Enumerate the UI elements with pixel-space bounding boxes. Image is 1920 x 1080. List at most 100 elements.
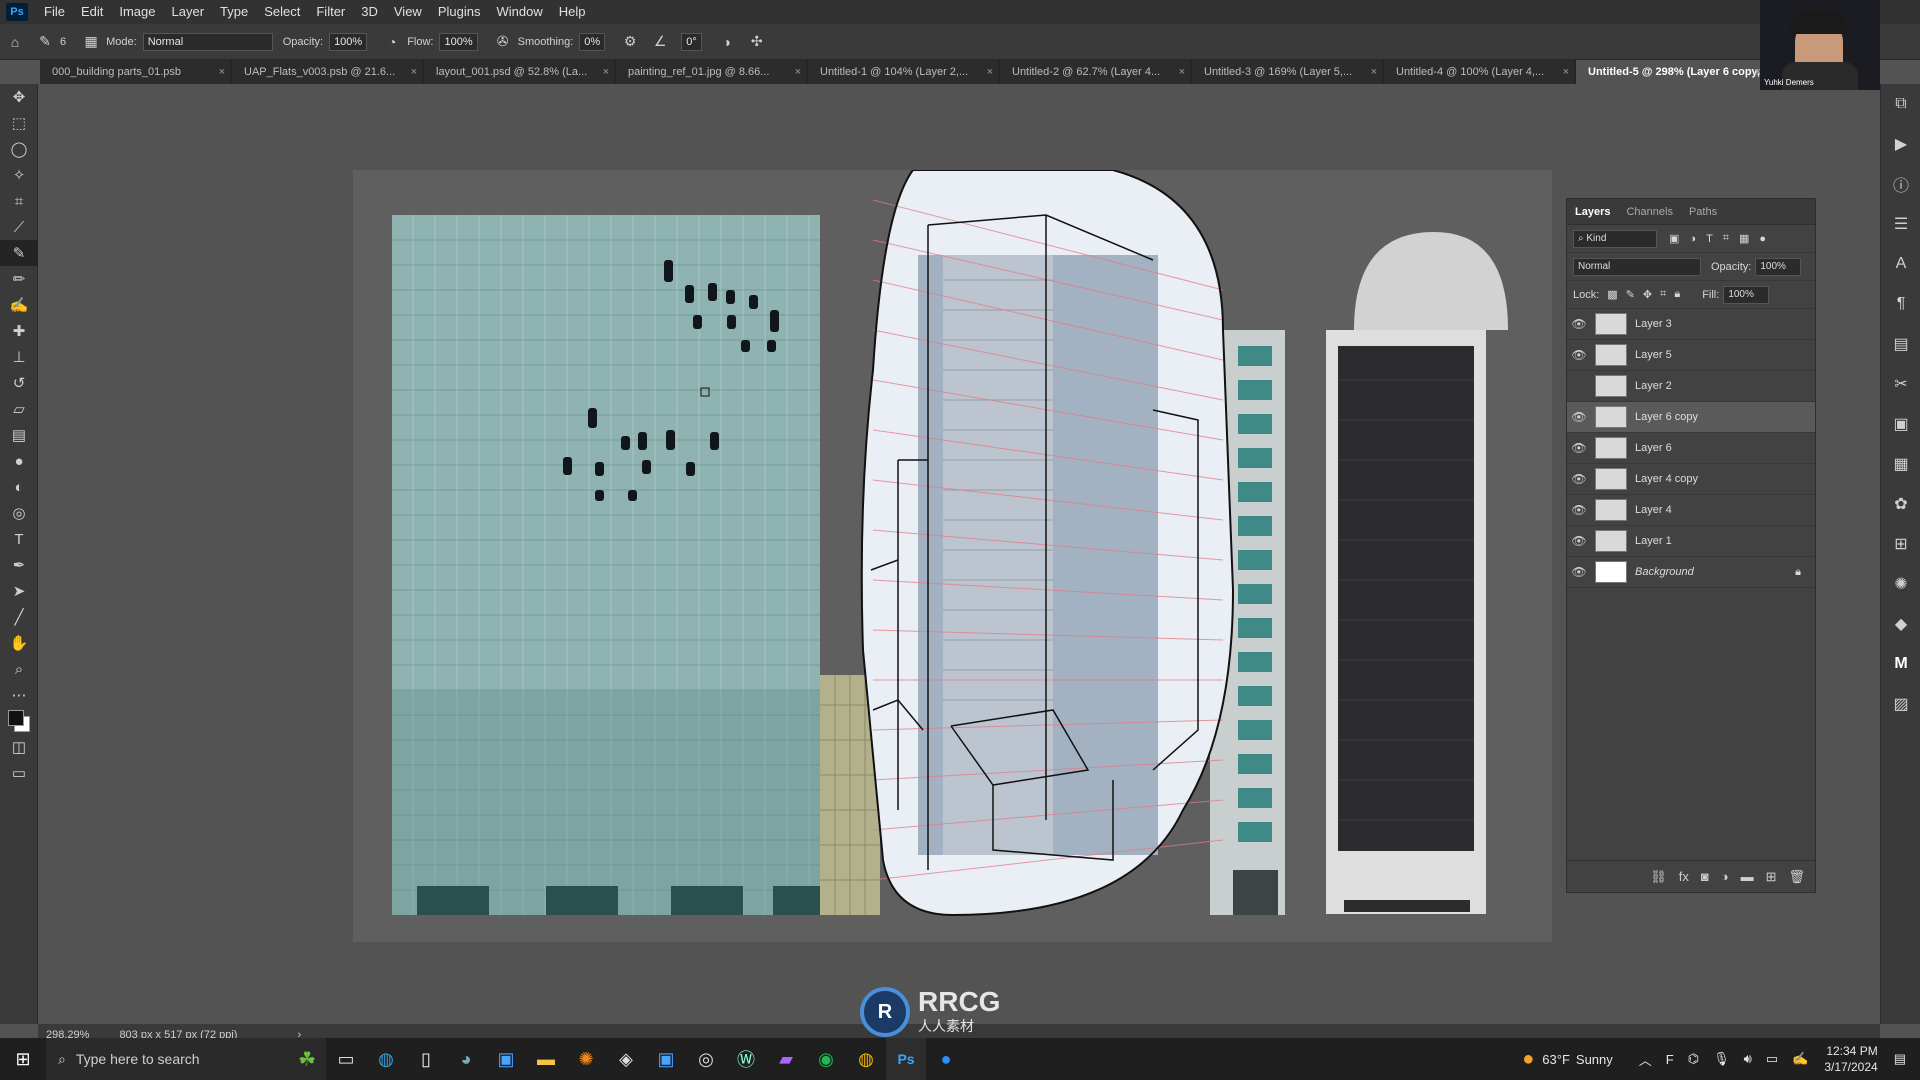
blur-tool-icon[interactable]: ● [0,448,38,474]
filter-type-icon[interactable]: T [1706,233,1713,245]
menu-item-view[interactable]: View [386,0,430,24]
line-tool-icon[interactable]: ╱ [0,604,38,630]
clone-stamp-tool-icon[interactable]: ⊥ [0,344,38,370]
document-canvas[interactable] [353,170,1552,942]
pen-icon[interactable]: ✍ [1792,1051,1808,1067]
layer-name[interactable]: Layer 2 [1635,380,1672,392]
menu-item-plugins[interactable]: Plugins [430,0,489,24]
panel-tab-paths[interactable]: Paths [1689,206,1717,218]
menu-item-image[interactable]: Image [111,0,163,24]
layer-opacity-field[interactable]: 100% [1755,257,1802,276]
zoom-icon[interactable]: ● [926,1038,966,1080]
layer-thumbnail[interactable] [1595,561,1627,583]
layer-row[interactable]: 👁︎ Background 🔒︎ [1567,557,1815,588]
lock-all-icon[interactable]: 🔒︎ [1674,288,1680,301]
angle-field[interactable]: 0° [681,32,702,51]
document-tab[interactable]: Untitled-3 @ 169% (Layer 5,... × [1192,60,1384,84]
crop-tool-icon[interactable]: ⌗ [0,188,38,214]
lock-transparent-icon[interactable]: ▩ [1607,288,1617,301]
layer-thumbnail[interactable] [1595,499,1627,521]
add-mask-icon[interactable]: ◙ [1701,869,1709,884]
weather-desc[interactable]: Sunny [1576,1052,1613,1067]
color-swatches-icon[interactable] [0,708,38,734]
new-layer-icon[interactable]: ⊞ [1766,869,1777,885]
store-icon[interactable]: ▣ [486,1038,526,1080]
visibility-eye-icon[interactable]: 👁︎ [1567,348,1591,362]
mixer-brush-tool-icon[interactable]: ✍ [0,292,38,318]
dodge-tool-icon[interactable]: ◐ [0,474,38,500]
adjustment-layer-icon[interactable]: ◑ [1721,869,1729,884]
word-like-icon[interactable]: Ⓦ [726,1038,766,1080]
file-icon[interactable]: ▯ [406,1038,446,1080]
layer-thumbnail[interactable] [1595,406,1627,428]
photoshop-taskbar-icon[interactable]: Ps [886,1038,926,1080]
document-tab[interactable]: Untitled-5 @ 298% (Layer 6 copy, × [1576,60,1768,84]
clone-source-icon[interactable]: ✂ [1881,364,1920,404]
paragraph-icon[interactable]: ¶ [1881,284,1920,324]
menu-item-3d[interactable]: 3D [353,0,386,24]
layer-row[interactable]: 👁︎ Layer 1 [1567,526,1815,557]
type-tool-icon[interactable]: T [0,526,38,552]
gear-icon[interactable]: ⚙ [621,33,639,51]
close-icon[interactable]: × [1371,60,1377,84]
edge-icon[interactable]: ◍ [366,1038,406,1080]
filter-shape-icon[interactable]: ⌗ [1723,232,1729,245]
tray-chevron-icon[interactable]: ︿ [1639,1050,1652,1069]
spotify-icon[interactable]: ◉ [806,1038,846,1080]
flow-field[interactable]: 100% [439,32,478,51]
close-icon[interactable]: × [219,60,225,84]
quick-mask-icon[interactable]: ◫ [0,734,38,760]
brush-size[interactable]: 6 [60,36,66,48]
document-tab[interactable]: Untitled-1 @ 104% (Layer 2,... × [808,60,1000,84]
image-panel-icon[interactable]: ▨ [1881,684,1920,724]
volume-icon[interactable]: 🔊︎ [1744,1051,1752,1067]
obs-icon[interactable]: ◎ [686,1038,726,1080]
pressure-opacity-icon[interactable]: ◔ [383,33,401,51]
kind-filter-select[interactable]: ⌕ Kind [1573,229,1657,248]
brush-settings-icon[interactable]: ▦ [82,33,100,51]
lock-image-icon[interactable]: ✎ [1626,288,1635,301]
history-brush-tool-icon[interactable]: ↺ [0,370,38,396]
layer-name[interactable]: Layer 3 [1635,318,1672,330]
close-icon[interactable]: × [603,60,609,84]
airbrush-icon[interactable]: ✇ [494,33,512,51]
layer-name[interactable]: Layer 5 [1635,349,1672,361]
menu-item-help[interactable]: Help [551,0,594,24]
weather-temp[interactable]: 63°F [1542,1052,1570,1067]
blend-mode-select[interactable]: Normal [1573,257,1701,276]
brush-preset-icon[interactable]: ✎ [36,33,54,51]
panel-tab-layers[interactable]: Layers [1575,206,1610,218]
visibility-eye-icon[interactable]: 👁︎ [1567,317,1591,331]
sponge-tool-icon[interactable]: ◎ [0,500,38,526]
file-explorer-icon[interactable]: ▬ [526,1038,566,1080]
tray-app-icon[interactable]: F [1666,1052,1674,1067]
link-layers-icon[interactable]: ⛓ [1650,869,1667,885]
close-icon[interactable]: × [1563,60,1569,84]
notifications-icon[interactable]: ▤ [1894,1051,1906,1067]
menu-item-select[interactable]: Select [256,0,308,24]
layer-name[interactable]: Background [1635,566,1694,578]
notes-icon[interactable]: ▤ [1881,324,1920,364]
new-group-icon[interactable]: ▬ [1741,869,1754,884]
document-tab[interactable]: UAP_Flats_v003.psb @ 21.6... × [232,60,424,84]
path-selection-tool-icon[interactable]: ➤ [0,578,38,604]
plugin-icon[interactable]: ◆ [1881,604,1920,644]
filter-smart-object-icon[interactable]: ▦ [1739,232,1749,245]
character-icon[interactable]: A [1881,244,1920,284]
layer-row[interactable]: Layer 2 [1567,371,1815,402]
layer-name[interactable]: Layer 6 copy [1635,411,1698,423]
chrome-icon[interactable]: ◍ [846,1038,886,1080]
layer-row[interactable]: 👁︎ Layer 4 [1567,495,1815,526]
layer-row[interactable]: 👁︎ Layer 4 copy [1567,464,1815,495]
brush-tool-icon[interactable]: ✎ [0,240,38,266]
document-tab[interactable]: 000_building parts_01.psb × [40,60,232,84]
hand-tool-icon[interactable]: ✋ [0,630,38,656]
pencil-tool-icon[interactable]: ✏ [0,266,38,292]
screen-mode-icon[interactable]: ▭ [0,760,38,786]
pen-tool-icon[interactable]: ✒ [0,552,38,578]
layer-thumbnail[interactable] [1595,468,1627,490]
display-icon[interactable]: ▭ [1766,1051,1778,1067]
close-icon[interactable]: × [987,60,993,84]
blender-icon[interactable]: ✺ [566,1038,606,1080]
layer-row[interactable]: 👁︎ Layer 6 [1567,433,1815,464]
